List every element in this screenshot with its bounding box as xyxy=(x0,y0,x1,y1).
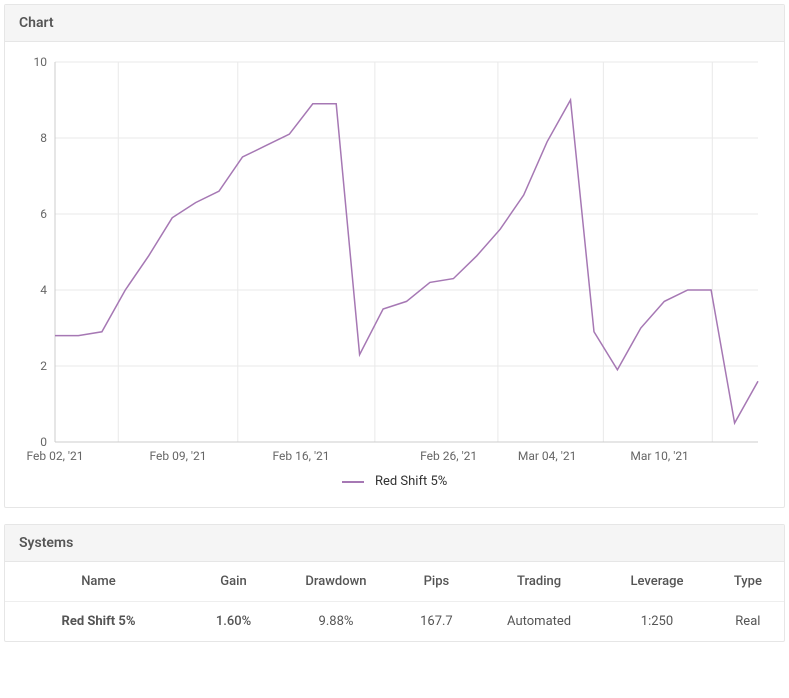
col-type: Type xyxy=(712,562,784,602)
chart-legend: Red Shift 5% xyxy=(21,472,768,491)
chart-panel-title: Chart xyxy=(5,5,784,42)
svg-text:Mar 10, '21: Mar 10, '21 xyxy=(630,449,688,463)
cell-type: Real xyxy=(712,602,784,642)
legend-label: Red Shift 5% xyxy=(375,474,447,489)
col-pips: Pips xyxy=(397,562,476,602)
col-gain: Gain xyxy=(192,562,275,602)
table-row[interactable]: Red Shift 5% 1.60% 9.88% 167.7 Automated… xyxy=(5,602,784,642)
svg-text:8: 8 xyxy=(40,131,47,145)
chart-panel: Chart 0 2 4 6 8 10 Feb 02, '21 Feb 09, '21 Feb 1… xyxy=(4,4,785,508)
col-trading: Trading xyxy=(476,562,602,602)
svg-text:Feb 26, '21: Feb 26, '21 xyxy=(420,449,477,463)
cell-leverage: 1:250 xyxy=(602,602,712,642)
svg-text:6: 6 xyxy=(40,207,47,221)
legend-swatch xyxy=(342,481,364,483)
svg-text:4: 4 xyxy=(40,283,47,297)
svg-text:Feb 16, '21: Feb 16, '21 xyxy=(273,449,330,463)
systems-panel: Systems Name Gain Drawdown Pips Trading … xyxy=(4,524,785,642)
svg-text:Mar 04, '21: Mar 04, '21 xyxy=(518,449,576,463)
line-chart[interactable]: 0 2 4 6 8 10 Feb 02, '21 Feb 09, '21 Feb 16, '21… xyxy=(21,52,768,472)
cell-pips: 167.7 xyxy=(397,602,476,642)
col-name: Name xyxy=(5,562,192,602)
systems-panel-title: Systems xyxy=(5,525,784,562)
svg-text:2: 2 xyxy=(40,359,47,373)
svg-text:10: 10 xyxy=(34,55,48,69)
systems-table: Name Gain Drawdown Pips Trading Leverage… xyxy=(5,562,784,641)
cell-name: Red Shift 5% xyxy=(5,602,192,642)
chart-body: 0 2 4 6 8 10 Feb 02, '21 Feb 09, '21 Feb 16, '21… xyxy=(5,42,784,507)
col-leverage: Leverage xyxy=(602,562,712,602)
svg-text:0: 0 xyxy=(40,435,47,449)
cell-gain: 1.60% xyxy=(192,602,275,642)
svg-text:Feb 09, '21: Feb 09, '21 xyxy=(150,449,207,463)
systems-header-row: Name Gain Drawdown Pips Trading Leverage… xyxy=(5,562,784,602)
cell-trading: Automated xyxy=(476,602,602,642)
svg-text:Feb 02, '21: Feb 02, '21 xyxy=(27,449,84,463)
col-drawdown: Drawdown xyxy=(275,562,397,602)
cell-drawdown: 9.88% xyxy=(275,602,397,642)
